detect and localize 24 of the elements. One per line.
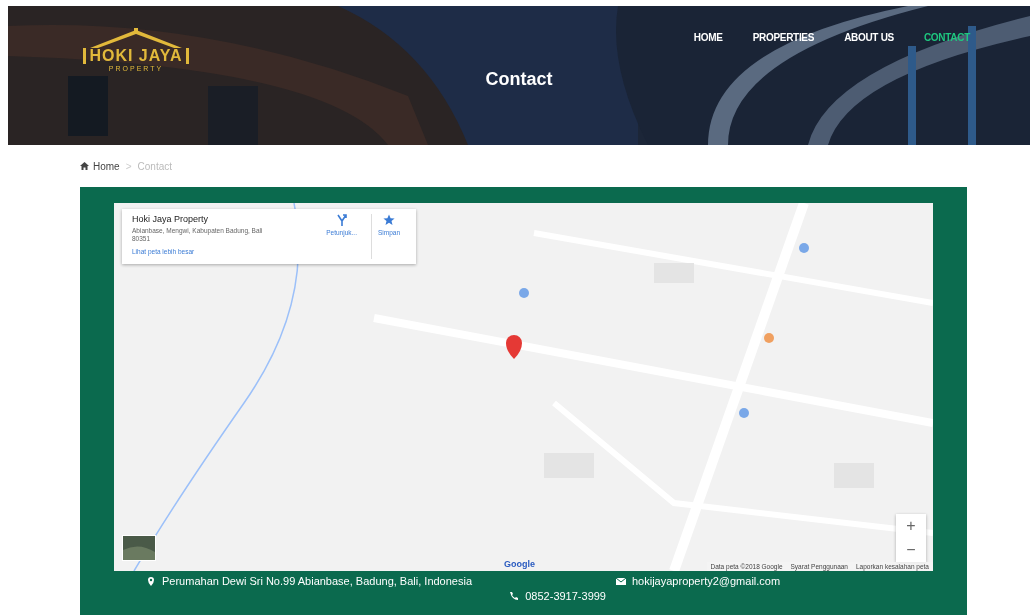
zoom-button[interactable]: + [896, 514, 926, 538]
logo-title: HOKI JAYA [83, 48, 189, 64]
breadcrumb-separator: > [125, 160, 132, 172]
breadcrumb-current: Contact [137, 160, 172, 172]
nav-link[interactable]: ABOUT US [844, 32, 894, 43]
directions-icon [335, 214, 348, 226]
star-icon [382, 214, 395, 226]
page-title: Contact [485, 69, 553, 90]
nav-link[interactable]: CONTACT [923, 32, 970, 43]
email-text: hokijayaproperty2@gmail.com [632, 575, 781, 587]
nav-link[interactable]: PROPERTIES [752, 32, 815, 43]
address-text: Perumahan Dewi Sri No.99 Abianbase, Badung, Bali, Indonesia [162, 575, 473, 587]
nav-link[interactable]: HOME [693, 32, 723, 43]
roof-icon [88, 28, 184, 48]
google-logo: Google [504, 559, 535, 569]
place-name: Hoki Jaya Property [132, 214, 210, 224]
home-link[interactable]: Home [80, 160, 120, 172]
zoom-button[interactable]: − [896, 538, 926, 562]
phone-icon [509, 591, 520, 601]
envelope-icon [616, 576, 626, 586]
satellite-toggle[interactable] [122, 535, 156, 561]
home-icon [80, 162, 89, 170]
phone-text: 0852-3917-3999 [525, 590, 606, 602]
location-pin-icon [146, 576, 156, 586]
